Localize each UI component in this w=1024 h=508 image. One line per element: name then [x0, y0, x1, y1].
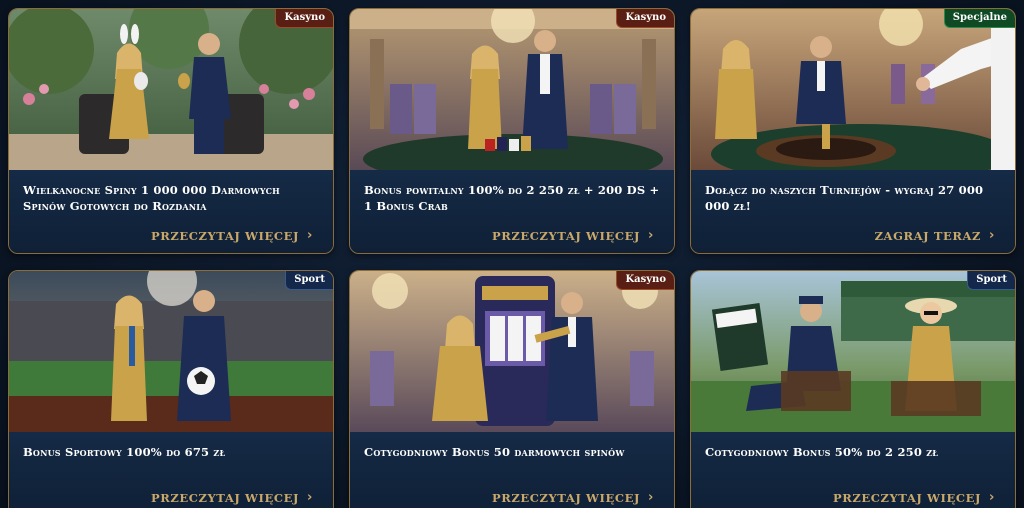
- chevron-right-icon: ›: [989, 490, 995, 505]
- category-badge: Kasyno: [616, 271, 674, 290]
- promo-card-body: Cotygodniowy Bonus 50% do 2 250 zł PRZEC…: [691, 432, 1015, 508]
- category-badge: Kasyno: [616, 9, 674, 28]
- promo-title: Wielkanocne Spiny 1 000 000 Darmowych Sp…: [23, 183, 280, 213]
- chevron-right-icon: ›: [307, 490, 313, 505]
- chevron-right-icon: ›: [648, 490, 654, 505]
- promo-card-tournaments[interactable]: Specjalne Dołącz do naszych Turniejów - …: [690, 8, 1016, 254]
- promo-image-easter: [9, 9, 333, 170]
- promo-card-body: Bonus Sportowy 100% do 675 zł PRZECZYTAJ…: [9, 432, 333, 508]
- promo-image-slot-machine: [350, 271, 674, 432]
- promo-card-body: Cotygodniowy Bonus 50 darmowych spinów P…: [350, 432, 674, 508]
- promo-image-roulette: [691, 9, 1015, 170]
- promo-card-welcome-bonus[interactable]: Kasyno Bonus powitalny 100% do 2 250 zł …: [349, 8, 675, 254]
- promo-image-welcome: [350, 9, 674, 170]
- promo-card-easter-spins[interactable]: Kasyno Wielkanocne Spiny 1 000 000 Darmo…: [8, 8, 334, 254]
- chevron-right-icon: ›: [648, 228, 654, 243]
- promo-card-body: Wielkanocne Spiny 1 000 000 Darmowych Sp…: [9, 170, 333, 253]
- promo-title: Bonus powitalny 100% do 2 250 zł + 200 D…: [364, 183, 660, 213]
- promo-title: Dołącz do naszych Turniejów - wygraj 27 …: [705, 183, 984, 213]
- promo-title: Cotygodniowy Bonus 50% do 2 250 zł: [705, 445, 939, 459]
- cta-label: PRZECZYTAJ WIĘCEJ: [150, 228, 300, 243]
- read-more-link[interactable]: PRZECZYTAJ WIĘCEJ ›: [492, 228, 654, 243]
- read-more-link[interactable]: PRZECZYTAJ WIĘCEJ ›: [492, 490, 654, 505]
- promotions-grid: Kasyno Wielkanocne Spiny 1 000 000 Darmo…: [0, 0, 1024, 508]
- promo-card-weekly-sport-bonus[interactable]: Sport Cotygodniowy Bonus 50% do 2 250 zł…: [690, 270, 1016, 508]
- category-badge: Kasyno: [275, 9, 333, 28]
- read-more-link[interactable]: PRZECZYTAJ WIĘCEJ ›: [151, 490, 313, 505]
- promo-card-body: Bonus powitalny 100% do 2 250 zł + 200 D…: [350, 170, 674, 253]
- promo-title: Bonus Sportowy 100% do 675 zł: [23, 445, 226, 459]
- chevron-right-icon: ›: [307, 228, 313, 243]
- promo-image-golf: [691, 271, 1015, 432]
- cta-label: ZAGRAJ TERAZ: [874, 228, 982, 243]
- cta-label: PRZECZYTAJ WIĘCEJ: [150, 490, 300, 505]
- category-badge: Sport: [967, 271, 1015, 290]
- cta-label: PRZECZYTAJ WIĘCEJ: [491, 490, 641, 505]
- cta-label: PRZECZYTAJ WIĘCEJ: [832, 490, 982, 505]
- read-more-link[interactable]: PRZECZYTAJ WIĘCEJ ›: [151, 228, 313, 243]
- read-more-link[interactable]: PRZECZYTAJ WIĘCEJ ›: [833, 490, 995, 505]
- promo-title: Cotygodniowy Bonus 50 darmowych spinów: [364, 445, 625, 459]
- promo-card-body: Dołącz do naszych Turniejów - wygraj 27 …: [691, 170, 1015, 253]
- play-now-link[interactable]: ZAGRAJ TERAZ ›: [875, 228, 995, 243]
- promo-card-weekly-spins[interactable]: Kasyno Cotygodniowy Bonus 50 darmowych s…: [349, 270, 675, 508]
- category-badge: Sport: [285, 271, 333, 290]
- category-badge: Specjalne: [943, 9, 1015, 28]
- cta-label: PRZECZYTAJ WIĘCEJ: [491, 228, 641, 243]
- promo-image-stadium: [9, 271, 333, 432]
- chevron-right-icon: ›: [989, 228, 995, 243]
- promo-card-sports-bonus[interactable]: Sport Bonus Sportowy 100% do 675 zł PRZE…: [8, 270, 334, 508]
